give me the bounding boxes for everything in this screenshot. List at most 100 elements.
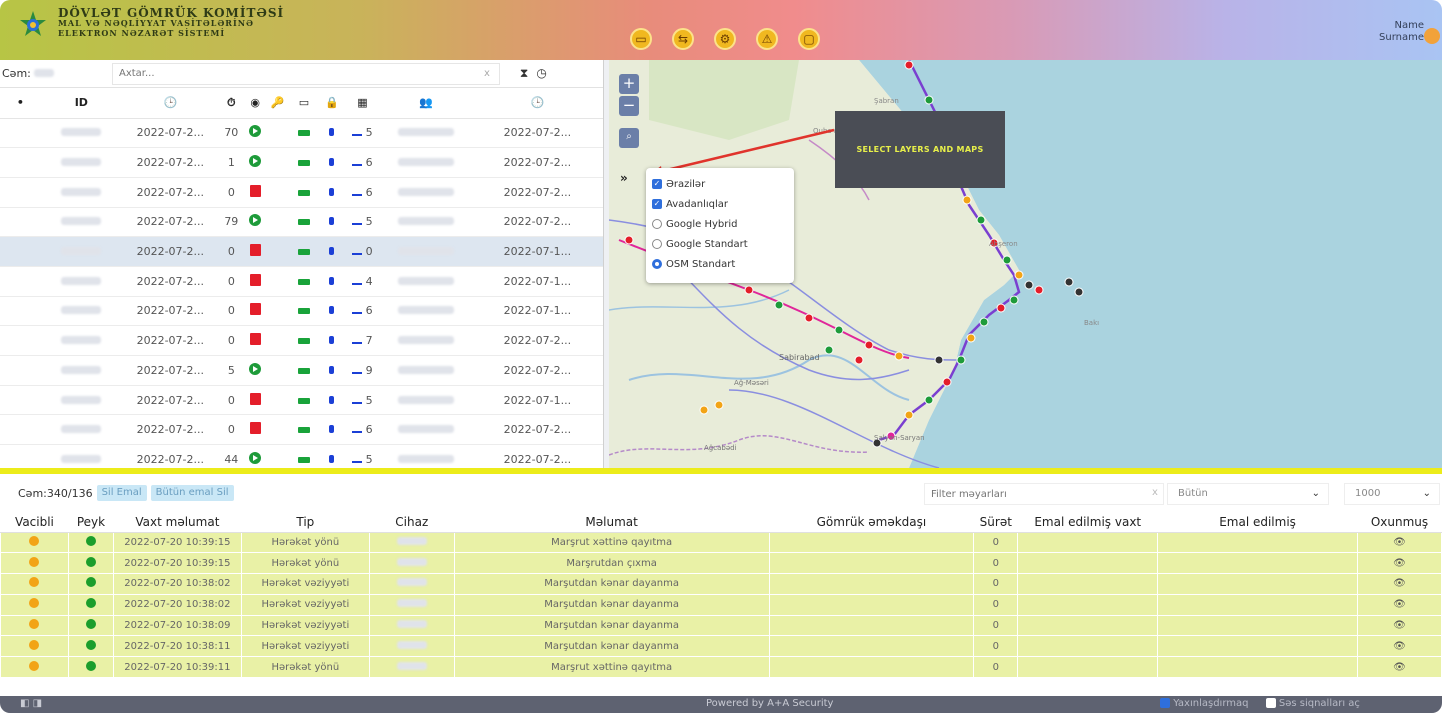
event-row[interactable]: 2022-07-20 10:39:11 Hərəkət yönü Marşrut x… [0,656,1442,679]
map-vehicle-marker[interactable] [942,377,952,387]
event-read[interactable]: 👁 [1356,614,1442,637]
event-row[interactable]: 2022-07-20 10:38:02 Hərəkət vəziyyəti Marş… [0,573,1442,595]
vehicle-row[interactable]: 2022-07-2... 0 6 2022-07-1... [0,296,603,327]
vehicle-row[interactable]: 2022-07-2... 1 6 2022-07-2... [0,147,603,178]
eye-off-icon[interactable]: 👁 [1393,641,1406,652]
map-search-icon[interactable]: ⌕ [619,128,639,148]
settings-gear-icon[interactable]: ⚙ [714,28,736,50]
map-view[interactable]: Quba rayonu Şabran Abşeron Bakı Sabiraba… [609,60,1442,468]
eye-off-icon[interactable]: 👁 [1393,620,1406,631]
layer-option-territories[interactable]: ✓ Ərazilər [652,174,788,194]
col-status[interactable]: ◉ [244,88,267,119]
map-vehicle-marker[interactable] [1034,285,1044,295]
map-vehicle-marker[interactable] [966,333,976,343]
radio-icon[interactable] [652,219,662,229]
map-vehicle-marker[interactable] [956,355,966,365]
alarm-icon[interactable]: ⚠ [756,28,778,50]
map-vehicle-marker[interactable] [744,285,754,295]
type-select[interactable]: Bütün ⌄ [1167,483,1329,505]
event-row[interactable]: 2022-07-20 10:39:15 Hərəkət yönü Marşrut x… [0,531,1442,554]
col-read[interactable]: Oxunmuş [1357,512,1442,533]
map-vehicle-marker[interactable] [904,410,914,420]
vehicle-search-input[interactable] [112,62,500,85]
layer-option-osm-standart[interactable]: OSM Standart [652,254,788,274]
search-clear-button[interactable]: x [484,68,490,79]
map-vehicle-marker[interactable] [904,60,914,70]
limit-select[interactable]: 1000 ⌄ [1344,483,1440,505]
expand-layers-icon[interactable]: » [620,171,628,185]
checkbox-icon[interactable] [1160,698,1170,708]
col-processed[interactable]: Emal edilmiş [1157,512,1358,533]
delete-processed-button[interactable]: Sil Emal [96,485,147,501]
footer-window-icons[interactable]: ◧ ◨ [20,698,42,709]
map-vehicle-marker[interactable] [699,405,709,415]
events-filter-input[interactable] [924,483,1164,505]
checkbox-icon[interactable]: ✓ [652,199,662,209]
map-vehicle-marker[interactable] [979,317,989,327]
checkbox-icon[interactable]: ✓ [652,179,662,189]
map-vehicle-marker[interactable] [976,215,986,225]
col-sat[interactable]: ▦ [344,88,381,119]
layer-option-google-standart[interactable]: Google Standart [652,234,788,254]
vehicle-row[interactable]: 2022-07-2... 0 4 2022-07-1... [0,266,603,297]
vehicle-row[interactable]: 2022-07-2... 70 5 2022-07-2... [0,118,603,149]
event-row[interactable]: 2022-07-20 10:38:11 Hərəkət vəziyyəti Marş… [0,635,1442,658]
col-speed[interactable]: ⏱ [218,88,245,119]
eye-off-icon[interactable]: 👁 [1393,662,1406,673]
map-vehicle-marker[interactable] [894,351,904,361]
clock-icon[interactable]: ◷ [536,66,546,81]
col-type[interactable]: Tip [241,512,370,533]
vehicle-row[interactable]: 2022-07-2... 0 5 2022-07-1... [0,385,603,416]
map-vehicle-marker[interactable] [1014,270,1024,280]
event-read[interactable]: 👁 [1356,593,1442,616]
vehicle-row[interactable]: 2022-07-2... 79 5 2022-07-2... [0,207,603,238]
event-read[interactable]: 👁 [1356,552,1442,575]
map-vehicle-marker[interactable] [854,355,864,365]
hourglass-icon[interactable]: ⧗ [520,66,528,81]
map-vehicle-marker[interactable] [924,95,934,105]
col-message[interactable]: Məlumat [454,512,770,533]
event-read[interactable]: 👁 [1356,573,1442,595]
eye-off-icon[interactable]: 👁 [1393,578,1406,589]
col-key[interactable]: 🔑 [266,88,289,119]
map-vehicle-marker[interactable] [1024,280,1034,290]
vehicle-row[interactable]: 2022-07-2... 0 6 2022-07-2... [0,177,603,208]
layer-option-equipment[interactable]: ✓ Avadanlıqlar [652,194,788,214]
col-processed-time[interactable]: Emal edilmiş vaxt [1017,512,1158,533]
event-row[interactable]: 2022-07-20 10:38:02 Hərəkət vəziyyəti Marş… [0,593,1442,616]
eye-off-icon[interactable]: 👁 [1393,599,1406,610]
map-vehicle-marker[interactable] [1009,295,1019,305]
col-priority[interactable]: Vacibli [0,512,69,533]
map-vehicle-marker[interactable] [824,345,834,355]
col-speed[interactable]: Sürət [973,512,1018,533]
zoom-in-button[interactable]: + [619,74,639,94]
col-users[interactable]: 👥 [380,88,472,119]
vehicle-row[interactable]: 2022-07-2... 0 0 2022-07-1... [0,236,603,267]
col-device[interactable]: Cihaz [369,512,455,533]
map-vehicle-marker[interactable] [1074,287,1084,297]
checkbox-icon[interactable] [1265,698,1276,708]
zoom-out-button[interactable]: − [619,96,639,116]
map-vehicle-marker[interactable] [934,355,944,365]
monitor-icon[interactable]: ▭ [630,28,652,50]
event-read[interactable]: 👁 [1356,531,1442,554]
radio-icon[interactable] [652,239,662,249]
filter-clear-button[interactable]: x [1152,487,1158,498]
eye-off-icon[interactable]: 👁 [1393,537,1406,548]
vehicle-row[interactable]: 2022-07-2... 5 9 2022-07-2... [0,355,603,386]
event-read[interactable]: 👁 [1356,635,1442,658]
vehicle-row[interactable]: 2022-07-2... 0 7 2022-07-2... [0,325,603,356]
map-vehicle-marker[interactable] [1002,255,1012,265]
col-battery[interactable]: ▭ [288,88,320,119]
avatar[interactable] [1424,28,1440,44]
event-row[interactable]: 2022-07-20 10:39:15 Hərəkət yönü Marşrutda… [0,552,1442,575]
col-event-time[interactable]: Vaxt məlumat [113,512,242,533]
route-icon[interactable]: ⇆ [672,28,694,50]
map-vehicle-marker[interactable] [834,325,844,335]
map-vehicle-marker[interactable] [864,340,874,350]
event-read[interactable]: 👁 [1356,656,1442,679]
map-vehicle-marker[interactable] [624,235,634,245]
col-time[interactable]: 🕒 [122,88,219,119]
delete-all-processed-button[interactable]: Bütün emal Sil [150,485,234,501]
map-vehicle-marker[interactable] [1064,277,1074,287]
